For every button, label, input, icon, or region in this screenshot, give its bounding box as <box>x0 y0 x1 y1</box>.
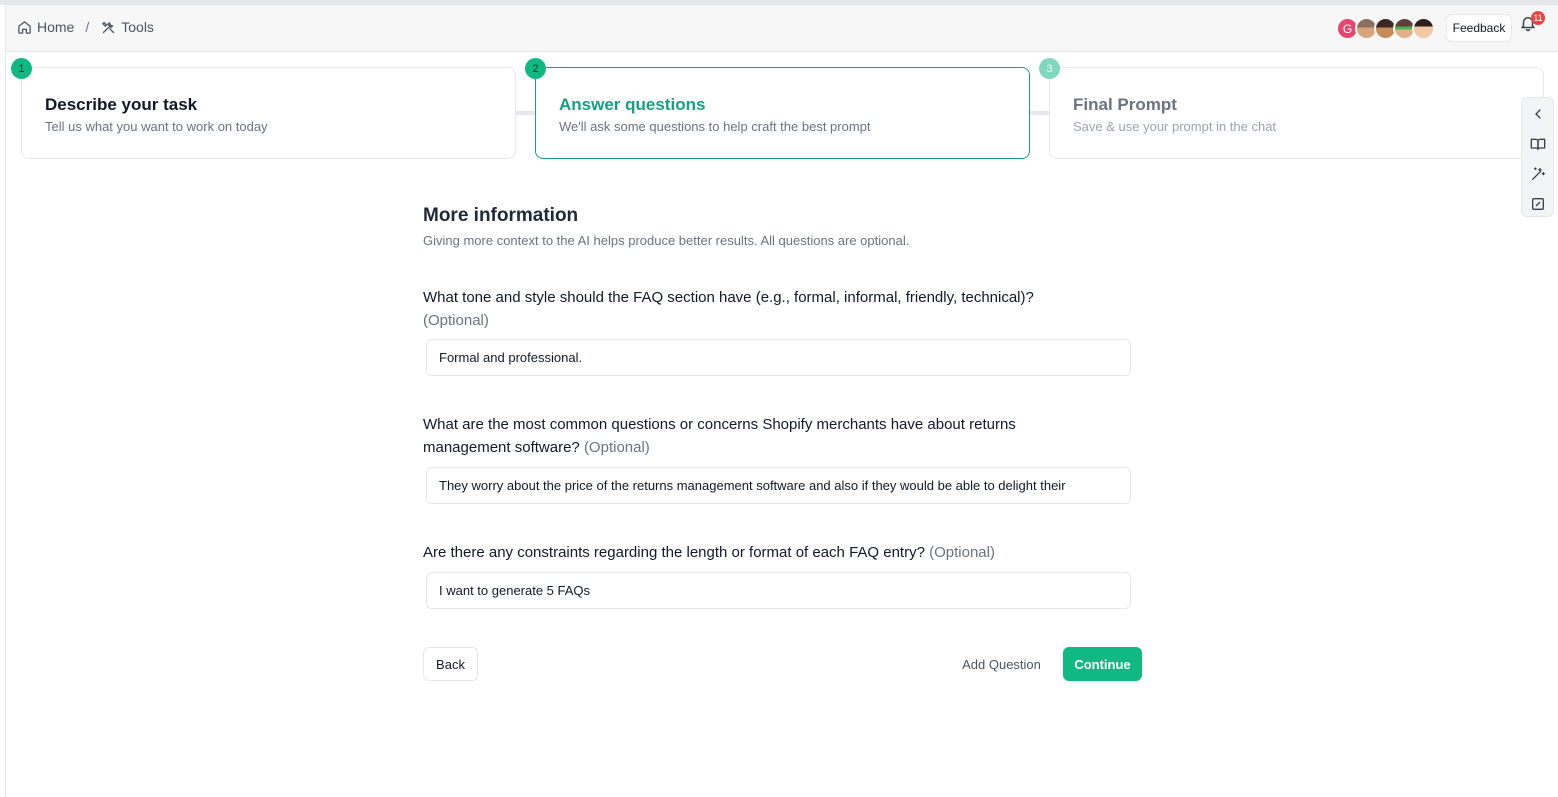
magic-button[interactable] <box>1530 166 1546 182</box>
optional-tag: (Optional) <box>583 439 650 456</box>
step-connector <box>1029 111 1050 115</box>
book-icon <box>1530 138 1546 150</box>
page-title: More information <box>423 205 579 226</box>
breadcrumb-home[interactable]: Home <box>17 19 74 35</box>
step-title: Describe your task <box>45 95 198 114</box>
tone-style-input[interactable] <box>426 339 1131 376</box>
chevron-left-icon <box>1535 109 1541 119</box>
breadcrumb: Home / Tools <box>17 19 154 35</box>
collapse-button[interactable] <box>1530 106 1546 122</box>
breadcrumb-tools[interactable]: Tools <box>101 19 154 35</box>
library-button[interactable] <box>1530 136 1546 152</box>
collaborator-avatars[interactable]: G <box>1336 17 1435 40</box>
question-text: What are the most common questions or co… <box>423 416 1016 456</box>
step-describe-task[interactable]: Describe your task Tell us what you want… <box>21 67 516 159</box>
step-subtitle: Tell us what you want to work on today <box>45 119 268 134</box>
magic-wand-icon <box>1532 167 1545 180</box>
step-title: Answer questions <box>559 95 706 114</box>
question-label: Are there any constraints regarding the … <box>423 541 1133 564</box>
notes-button[interactable] <box>1530 196 1546 212</box>
optional-tag: (Optional) <box>423 312 489 329</box>
add-question-button[interactable]: Add Question <box>953 647 1050 681</box>
step-answer-questions[interactable]: Answer questions We'll ask some question… <box>535 67 1030 159</box>
question-text: What tone and style should the FAQ secti… <box>423 289 1034 306</box>
avatar[interactable] <box>1412 17 1435 40</box>
left-border <box>5 5 6 797</box>
question-label: What are the most common questions or co… <box>423 413 1083 459</box>
step-number-badge: 3 <box>1039 58 1060 79</box>
top-bar: Home / Tools G Feedback <box>6 5 1558 52</box>
step-subtitle: Save & use your prompt in the chat <box>1073 119 1277 134</box>
breadcrumb-home-label: Home <box>37 19 75 35</box>
question-text: Are there any constraints regarding the … <box>423 544 925 561</box>
step-subtitle: We'll ask some questions to help craft t… <box>559 119 871 134</box>
step-connector <box>515 111 536 115</box>
breadcrumb-separator: / <box>85 19 90 35</box>
step-number-badge: 2 <box>525 58 546 79</box>
step-final-prompt[interactable]: Final Prompt Save & use your prompt in t… <box>1049 67 1544 159</box>
edit-square-icon <box>1532 198 1544 210</box>
question-label: What tone and style should the FAQ secti… <box>423 286 1133 332</box>
side-toolbar <box>1521 97 1554 217</box>
tools-icon <box>102 21 115 33</box>
step-title: Final Prompt <box>1073 95 1177 114</box>
constraints-input[interactable] <box>426 572 1131 609</box>
feedback-button[interactable]: Feedback <box>1446 14 1512 42</box>
back-button[interactable]: Back <box>423 647 478 681</box>
continue-button[interactable]: Continue <box>1063 647 1142 681</box>
optional-tag: (Optional) <box>929 544 995 561</box>
breadcrumb-tools-label: Tools <box>121 19 154 35</box>
notification-badge: 11 <box>1531 11 1545 25</box>
avatar-initial: G <box>1342 21 1353 36</box>
common-concerns-input[interactable] <box>426 467 1131 504</box>
home-icon <box>18 20 31 34</box>
step-number-badge: 1 <box>11 58 32 79</box>
page-subtitle: Giving more context to the AI helps prod… <box>423 233 910 248</box>
